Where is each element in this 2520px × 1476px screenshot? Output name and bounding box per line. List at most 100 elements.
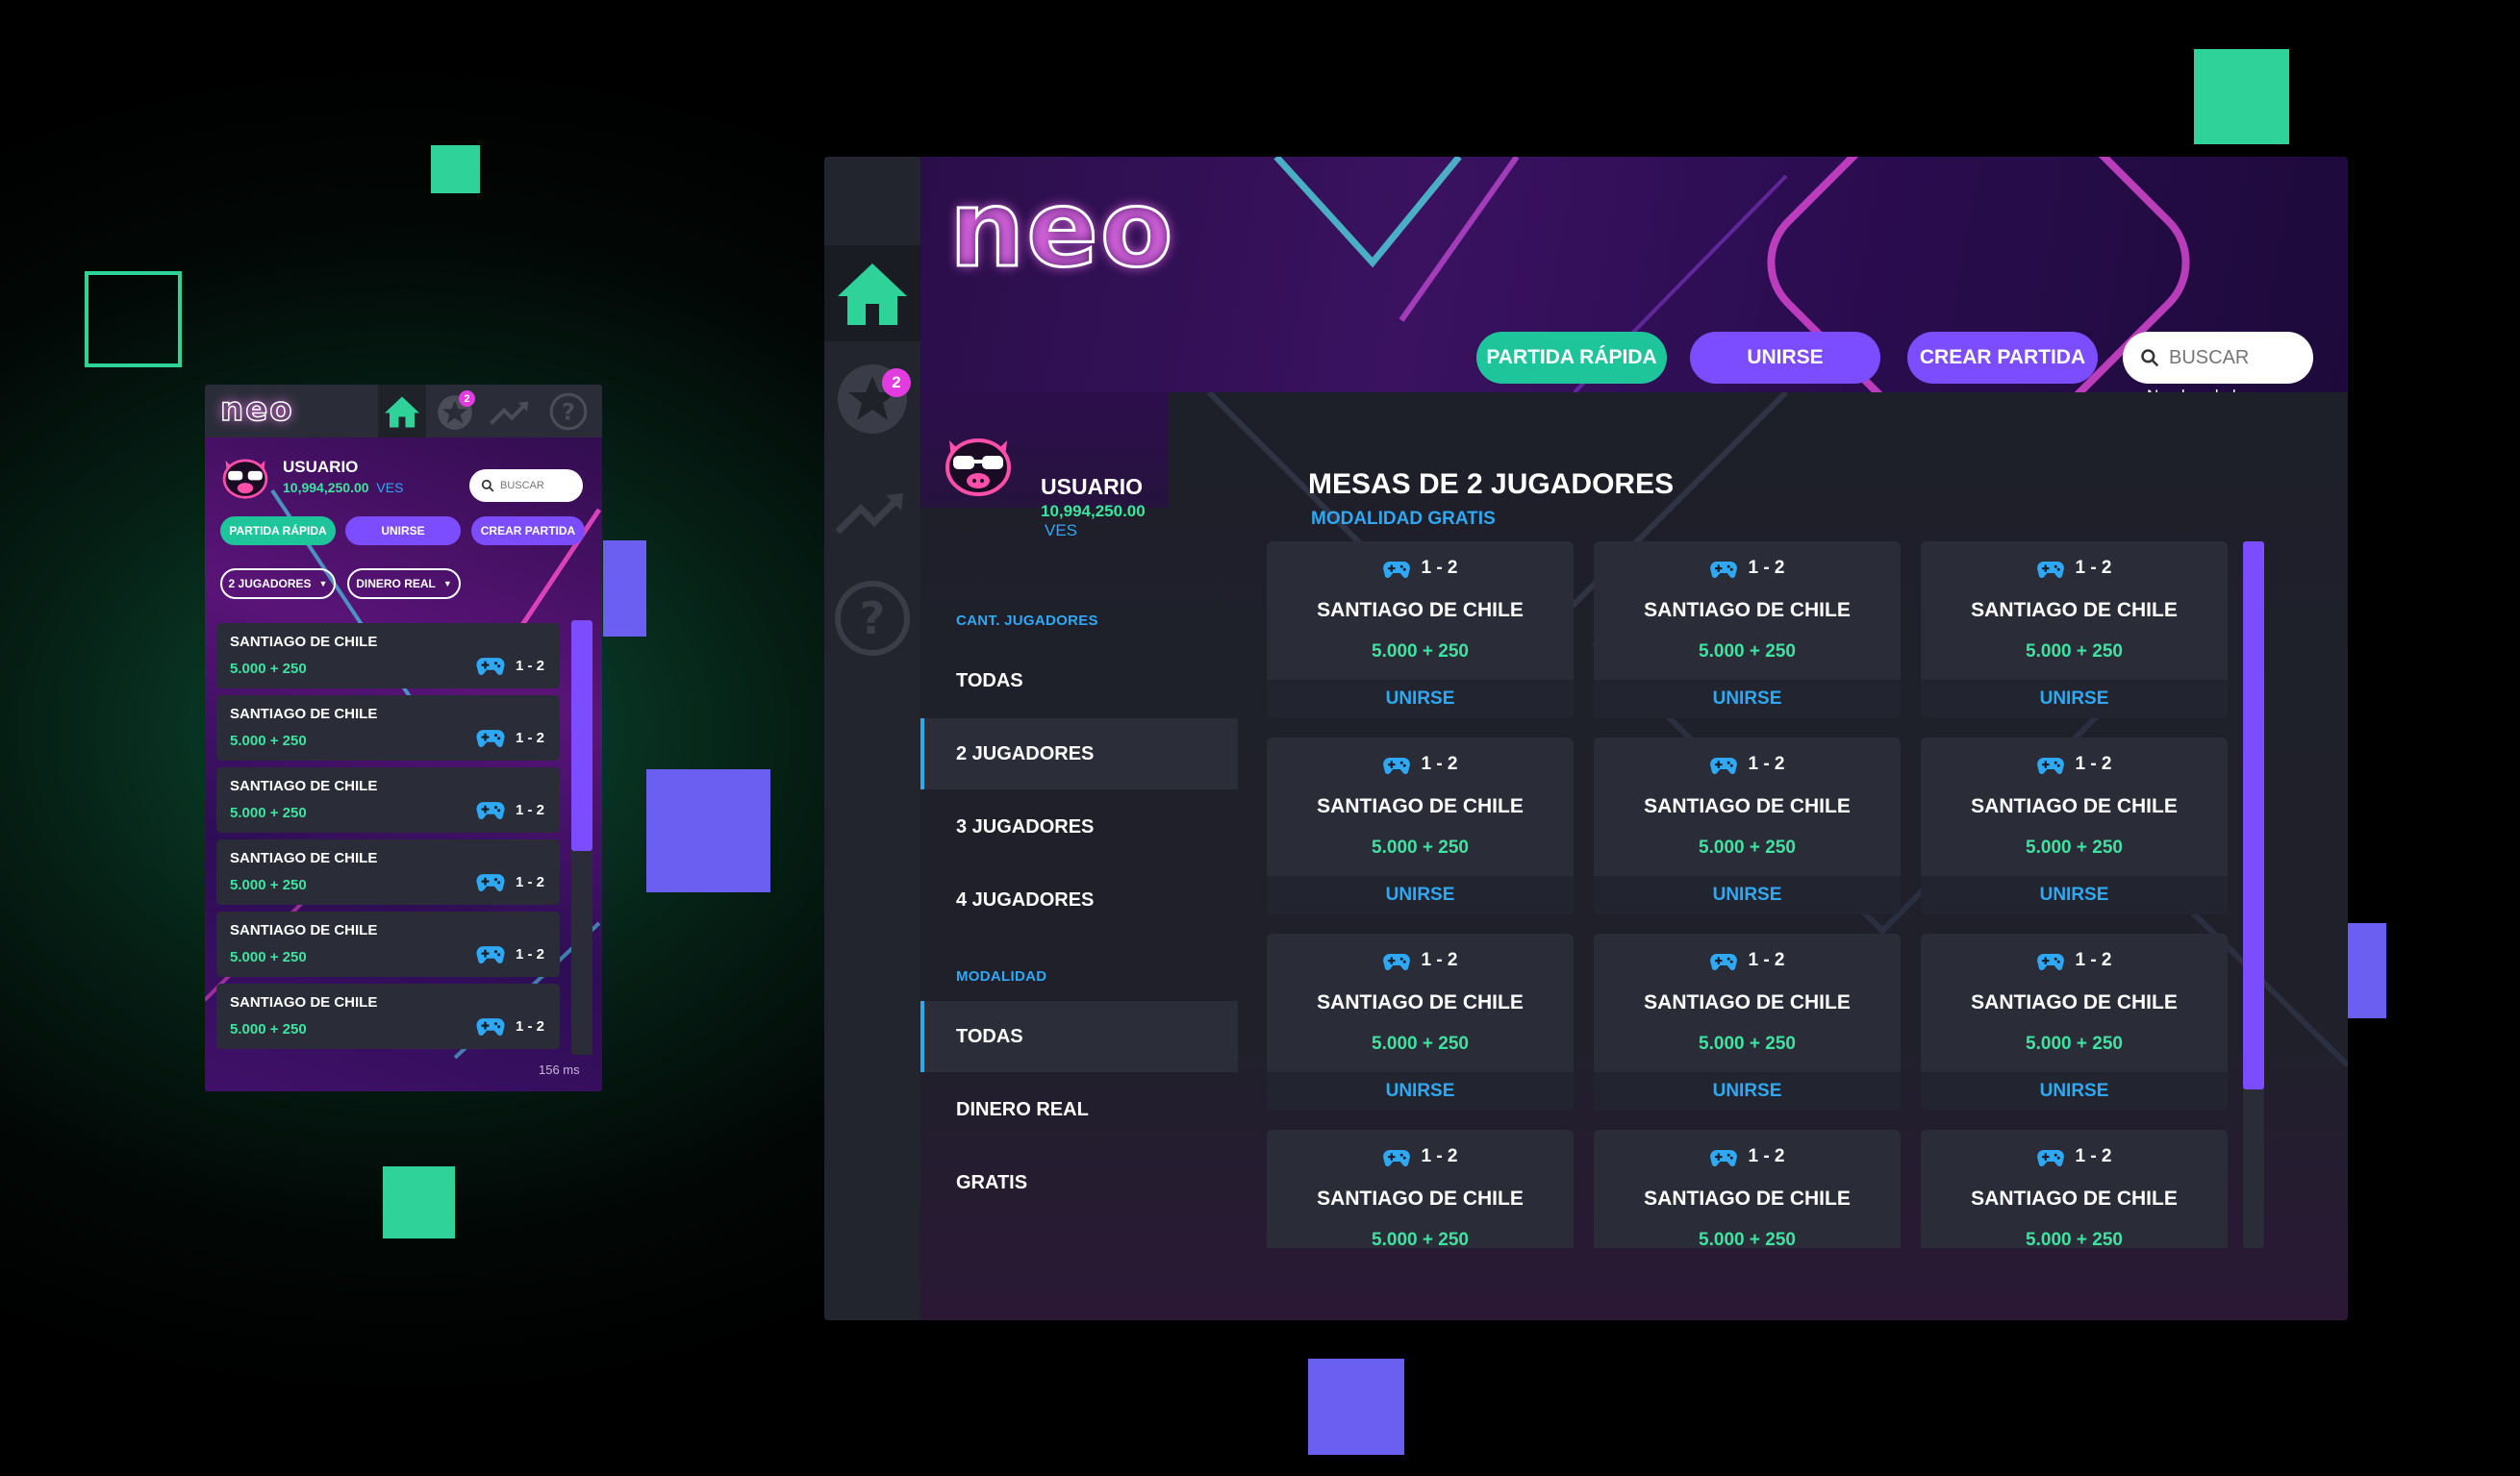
table-prize: 5.000 + 250 [1699,1034,1796,1054]
table-card[interactable]: 1 - 2SANTIAGO DE CHILE5.000 + 250UNIRSE [1921,934,2228,1111]
table-players: 1 - 2 [475,1015,544,1037]
deco-square [2194,49,2289,144]
table-join-button[interactable]: UNIRSE [1594,876,1901,914]
nav-home[interactable] [824,245,920,341]
filter-players-3[interactable]: 3 JUGADORES [920,791,1238,863]
scrollbar-thumb[interactable] [2243,541,2264,1089]
table-card[interactable]: 1 - 2SANTIAGO DE CHILE5.000 + 250UNIRSE [1594,541,1901,718]
players-count: 1 - 2 [2075,558,2112,578]
mobile-nav-help[interactable]: ? [547,390,590,438]
table-card[interactable]: 1 - 2SANTIAGO DE CHILE5.000 + 250UNIRSE [1267,738,1574,914]
filter-players-4[interactable]: 4 JUGADORES [920,864,1238,936]
svg-text:?: ? [562,398,575,425]
deco-square [603,540,646,637]
table-players: 1 - 2 [1594,1145,1901,1168]
mobile-create-match-button[interactable]: CREAR PARTIDA [471,516,585,545]
table-join-button[interactable]: UNIRSE [1921,1072,2228,1111]
mobile-search-box[interactable] [469,469,583,502]
table-join-button[interactable]: UNIRSE [1921,876,2228,914]
table-card[interactable]: 1 - 2SANTIAGO DE CHILE5.000 + 250UNIRSE [1267,934,1574,1111]
mobile-table-row[interactable]: SANTIAGO DE CHILE 5.000 + 250 1 - 2 [216,767,560,833]
gamepad-icon [476,658,505,675]
mobile-scrollbar-thumb[interactable] [571,620,592,851]
table-name: SANTIAGO DE CHILE [230,778,378,794]
table-players: 1 - 2 [1921,949,2228,972]
gamepad-icon [2037,1149,2065,1166]
table-prize: 5.000 + 250 [1372,1230,1469,1248]
table-name: SANTIAGO DE CHILE [1971,795,2178,817]
table-prize: 5.000 + 250 [230,877,307,893]
table-players: 1 - 2 [1267,1145,1574,1168]
mobile-mode-dropdown[interactable]: DINERO REAL ▼ [347,568,461,599]
mobile-table-row[interactable]: SANTIAGO DE CHILE 5.000 + 250 1 - 2 [216,984,560,1049]
mobile-lobby-window: neo 2 ? USUARIO 10,994,250.00 VES BUSCAR… [205,385,602,1091]
search-icon [2141,349,2159,367]
table-join-button[interactable]: UNIRSE [1594,1072,1901,1111]
filter-players-2[interactable]: 2 JUGADORES [920,718,1238,789]
filter-players-all[interactable]: TODAS [920,645,1238,716]
filter-mode-free[interactable]: GRATIS [920,1147,1238,1218]
table-card[interactable]: 1 - 2SANTIAGO DE CHILE5.000 + 250UNIRSE [1594,738,1901,914]
chevron-down-icon: ▼ [442,579,452,588]
table-name: SANTIAGO DE CHILE [230,994,378,1011]
mobile-quick-match-button[interactable]: PARTIDA RÁPIDA [220,516,336,545]
table-name: SANTIAGO DE CHILE [230,706,378,722]
mobile-topbar: neo 2 ? [205,385,602,438]
table-card[interactable]: 1 - 2SANTIAGO DE CHILE5.000 + 250UNIRSE [1921,1130,2228,1248]
table-name: SANTIAGO DE CHILE [1317,991,1524,1013]
gamepad-icon [1383,561,1411,578]
gamepad-icon [476,946,505,963]
table-prize: 5.000 + 250 [1699,1230,1796,1248]
mode-filter-heading: MODALIDAD [956,968,1047,985]
quick-match-button[interactable]: PARTIDA RÁPIDA [1476,332,1667,384]
gamepad-icon [1383,757,1411,774]
nav-favorites[interactable]: 2 [824,349,920,445]
players-count: 1 - 2 [1748,1146,1785,1166]
page-subtitle: MODALIDAD GRATIS [1311,509,1496,529]
table-name: SANTIAGO DE CHILE [1971,1188,2178,1210]
table-card[interactable]: 1 - 2SANTIAGO DE CHILE5.000 + 250UNIRSE [1594,1130,1901,1248]
mobile-join-button[interactable]: UNIRSE [345,516,461,545]
table-join-button[interactable]: UNIRSE [1267,1072,1574,1111]
table-join-button[interactable]: UNIRSE [1921,680,2228,718]
mobile-nav-favorites[interactable]: 2 [434,390,478,435]
mobile-table-row[interactable]: SANTIAGO DE CHILE 5.000 + 250 1 - 2 [216,623,560,688]
filter-mode-real-money[interactable]: DINERO REAL [920,1074,1238,1145]
players-count: 1 - 2 [515,1017,544,1035]
mobile-table-row[interactable]: SANTIAGO DE CHILE 5.000 + 250 1 - 2 [216,695,560,761]
balance-currency: VES [1045,521,1078,539]
nav-stats[interactable] [824,464,920,561]
home-icon [838,263,907,325]
mobile-search-input[interactable] [500,480,567,491]
search-icon [481,479,494,492]
filter-mode-all[interactable]: TODAS [920,1001,1238,1072]
table-card[interactable]: 1 - 2SANTIAGO DE CHILE5.000 + 250UNIRSE [1267,541,1574,718]
chevron-down-icon: ▼ [318,579,328,588]
table-card[interactable]: 1 - 2SANTIAGO DE CHILE5.000 + 250UNIRSE [1921,738,2228,914]
players-count: 1 - 2 [2075,754,2112,774]
table-join-button[interactable]: UNIRSE [1594,680,1901,718]
table-card[interactable]: 1 - 2SANTIAGO DE CHILE5.000 + 250UNIRSE [1921,541,2228,718]
table-card[interactable]: 1 - 2SANTIAGO DE CHILE5.000 + 250UNIRSE [1267,1130,1574,1248]
create-match-button[interactable]: CREAR PARTIDA [1907,332,2098,384]
players-count: 1 - 2 [1421,754,1458,774]
mobile-nav-home[interactable] [378,385,426,438]
deco-square [383,1166,455,1238]
mobile-table-row[interactable]: SANTIAGO DE CHILE 5.000 + 250 1 - 2 [216,839,560,905]
table-name: SANTIAGO DE CHILE [1644,991,1851,1013]
table-join-button[interactable]: UNIRSE [1267,680,1574,718]
deco-square-outline [85,271,182,367]
mobile-table-row[interactable]: SANTIAGO DE CHILE 5.000 + 250 1 - 2 [216,912,560,977]
latency-indicator: 156 ms [539,1063,580,1077]
mobile-nav-stats[interactable] [488,396,534,434]
join-button[interactable]: UNIRSE [1690,332,1880,384]
mobile-players-dropdown[interactable]: 2 JUGADORES ▼ [220,568,336,599]
table-players: 1 - 2 [475,871,544,892]
search-box[interactable] [2123,332,2313,384]
table-join-button[interactable]: UNIRSE [1267,876,1574,914]
nav-help[interactable]: ? [824,570,920,666]
svg-text:?: ? [860,592,886,644]
table-players: 1 - 2 [475,655,544,676]
table-card[interactable]: 1 - 2SANTIAGO DE CHILE5.000 + 250UNIRSE [1594,934,1901,1111]
search-input[interactable] [2169,346,2313,369]
